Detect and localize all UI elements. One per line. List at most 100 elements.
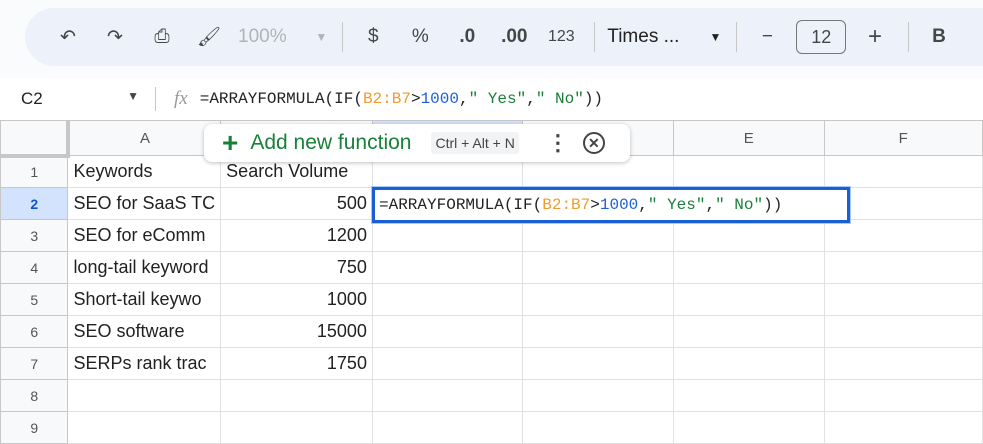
cell-d[interactable] [522, 411, 675, 444]
cell-a[interactable]: long-tail keyword [67, 251, 222, 284]
cell-b[interactable] [220, 379, 373, 412]
cell-e[interactable] [673, 315, 825, 348]
name-box[interactable]: C2 ▼ [0, 89, 155, 109]
cell-e[interactable] [673, 283, 825, 316]
cell-a[interactable] [67, 411, 222, 444]
cell-f[interactable] [823, 155, 983, 188]
cell-e[interactable] [673, 155, 825, 188]
chevron-down-icon: ▼ [127, 89, 139, 103]
cell-a[interactable]: SEO for SaaS TC [67, 187, 222, 220]
cell-a[interactable]: SEO for eComm [67, 219, 222, 252]
formula-text: )) [583, 90, 604, 108]
cell-c[interactable] [371, 283, 524, 316]
bold-button[interactable]: B [921, 19, 957, 55]
cell-a[interactable]: Keywords [67, 155, 222, 188]
decrease-font-size-button[interactable]: − [749, 19, 785, 55]
formula-text: =ARRAYFORMULA(IF( [199, 90, 363, 108]
font-value: Times ... [607, 26, 680, 47]
formula-number: 1000 [420, 90, 459, 108]
cell-c[interactable] [371, 411, 524, 444]
cell-f[interactable] [823, 283, 983, 316]
column-header-e[interactable]: E [673, 120, 825, 156]
close-icon[interactable]: ✕ [582, 132, 605, 154]
cell-e[interactable] [673, 379, 825, 412]
cell-e[interactable] [673, 347, 825, 380]
add-new-function-button[interactable]: Add new function [250, 131, 411, 155]
formula-string: " No" [535, 90, 584, 108]
cell-a[interactable]: Short-tail keywo [67, 283, 222, 316]
formula-range: B2:B7 [362, 90, 411, 108]
cell-d[interactable] [522, 315, 675, 348]
cell-e[interactable] [673, 219, 825, 252]
cell-d[interactable] [522, 251, 675, 284]
formula-text: , [705, 196, 716, 214]
row-header[interactable]: 1 [0, 155, 69, 188]
chevron-down-icon: ▼ [709, 30, 722, 44]
divider [155, 87, 156, 111]
cell-b[interactable]: 1750 [220, 347, 373, 380]
paint-format-button[interactable]: 🖌 [191, 19, 227, 55]
cell-f[interactable] [823, 379, 983, 412]
cell-c[interactable] [371, 315, 524, 348]
row-header[interactable]: 3 [0, 219, 69, 252]
row-header[interactable]: 8 [0, 379, 69, 412]
cell-d[interactable] [522, 347, 675, 380]
more-options-icon[interactable]: ⋮ [547, 130, 569, 156]
cell-c[interactable] [371, 347, 524, 380]
formula-text: , [638, 196, 648, 214]
cell-b[interactable]: 1000 [220, 283, 373, 316]
number-format-button[interactable]: 123 [543, 19, 579, 55]
font-size-input[interactable]: 12 [796, 20, 847, 54]
cell-d[interactable] [522, 283, 675, 316]
column-header-a[interactable]: A [67, 120, 222, 156]
redo-button[interactable]: ↷ [97, 19, 133, 55]
select-all-corner[interactable] [0, 120, 70, 158]
cell-e[interactable] [673, 251, 825, 284]
plus-icon[interactable]: + [222, 127, 238, 159]
cell-d[interactable] [522, 219, 675, 252]
row-header[interactable]: 9 [0, 411, 69, 444]
cell-c[interactable] [371, 251, 524, 284]
cell-b[interactable]: 1200 [220, 219, 373, 252]
cell-c[interactable] [371, 219, 524, 252]
print-button[interactable]: ⎙ [144, 19, 180, 55]
cell-reference: C2 [21, 89, 43, 108]
cell-b[interactable] [220, 411, 373, 444]
cell-c[interactable] [371, 379, 524, 412]
formula-string: " Yes" [647, 196, 706, 214]
cell-f[interactable] [823, 219, 983, 252]
row-header[interactable]: 7 [0, 347, 69, 380]
zoom-value: 100% [238, 26, 287, 47]
formula-input[interactable]: =ARRAYFORMULA(IF(B2:B7>1000," Yes"," No"… [200, 90, 603, 108]
decrease-decimal-button[interactable]: .0 [449, 19, 485, 55]
cell-b[interactable]: 750 [220, 251, 373, 284]
row-header[interactable]: 4 [0, 251, 69, 284]
cell-a[interactable] [67, 379, 222, 412]
cell-f[interactable] [823, 347, 983, 380]
cell-b[interactable]: 15000 [220, 315, 373, 348]
cell-a[interactable]: SEO software [67, 315, 222, 348]
table-row: 5 Short-tail keywo 1000 [0, 283, 983, 316]
cell-d[interactable] [522, 379, 675, 412]
row-header[interactable]: 5 [0, 283, 69, 316]
cell-editor-c2[interactable]: =ARRAYFORMULA(IF(B2:B7 >1000, " Yes", " No"… [372, 187, 850, 223]
zoom-select[interactable]: 100% ▼ [238, 19, 327, 55]
formula-range: B2:B7 [542, 196, 591, 214]
table-row: 7 SERPs rank trac 1750 [0, 347, 983, 380]
row-header[interactable]: 6 [0, 315, 69, 348]
percent-button[interactable]: % [402, 19, 438, 55]
increase-font-size-button[interactable]: + [857, 19, 893, 55]
cell-e[interactable] [673, 411, 825, 444]
currency-button[interactable]: $ [355, 19, 391, 55]
column-header-f[interactable]: F [823, 120, 983, 156]
font-select[interactable]: Times ... ▼ [607, 19, 721, 55]
cell-b[interactable]: 500 [220, 187, 373, 220]
cell-f[interactable] [823, 251, 983, 284]
increase-decimal-button[interactable]: .00 [496, 19, 532, 55]
cell-f[interactable] [823, 411, 983, 444]
row-header[interactable]: 2 [0, 187, 69, 220]
cell-f[interactable] [823, 315, 983, 348]
undo-button[interactable]: ↶ [50, 19, 86, 55]
italic-button[interactable]: I [968, 19, 983, 55]
cell-a[interactable]: SERPs rank trac [67, 347, 222, 380]
